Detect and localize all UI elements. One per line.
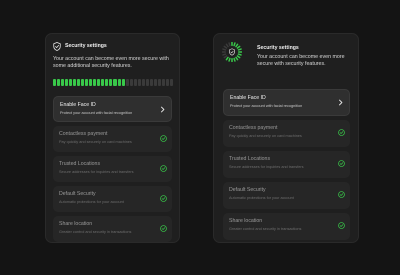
chevron-right-icon xyxy=(338,99,343,106)
progress-segment xyxy=(157,79,161,86)
progress-segment xyxy=(223,45,228,49)
progress-segment xyxy=(117,79,121,86)
progress-segment xyxy=(153,79,157,86)
progress-segment xyxy=(161,79,165,86)
progress-segment xyxy=(223,55,228,59)
shield-icon xyxy=(53,41,61,51)
feature-item-contactless-payment[interactable]: Contactless payment Pay quickly and secu… xyxy=(223,120,350,147)
feature-item-contactless-payment[interactable]: Contactless payment Pay quickly and secu… xyxy=(53,126,172,152)
check-circle-icon xyxy=(338,160,345,167)
progress-segment xyxy=(93,79,97,86)
feature-subtitle: Automatic protections for your account xyxy=(59,200,124,204)
security-progress-ring xyxy=(222,42,242,62)
progress-segment xyxy=(225,43,229,48)
check-circle-icon xyxy=(160,135,167,142)
progress-segment xyxy=(233,42,236,47)
check-circle-icon xyxy=(160,225,167,232)
panel-description: Your account can become even more secure… xyxy=(257,54,345,67)
progress-segment xyxy=(222,48,227,51)
check-circle-icon xyxy=(160,165,167,172)
progress-segment xyxy=(133,79,137,86)
security-feature-list: Enable Face ID Protect your account with… xyxy=(53,96,172,242)
feature-title: Default Security xyxy=(229,187,266,193)
feature-item-default-security[interactable]: Default Security Automatic protections f… xyxy=(53,186,172,212)
progress-segment xyxy=(235,56,239,61)
progress-segment xyxy=(225,56,229,61)
progress-segment xyxy=(113,79,117,86)
feature-title: Enable Face ID xyxy=(60,102,96,108)
security-settings-panel-bar: Security settings Your account can becom… xyxy=(45,33,180,243)
progress-segment xyxy=(57,79,61,86)
feature-item-share-location[interactable]: Share location Greater control and secur… xyxy=(53,216,172,242)
progress-segment xyxy=(101,79,105,86)
feature-subtitle: Secure addresses for inquiries and trans… xyxy=(229,165,304,169)
feature-title: Trusted Locations xyxy=(229,156,271,162)
feature-subtitle: Pay quickly and securely on card machine… xyxy=(59,140,132,144)
feature-title: Share location xyxy=(229,218,263,224)
progress-segment xyxy=(77,79,81,86)
feature-title: Contactless payment xyxy=(59,131,108,137)
progress-segment xyxy=(53,79,57,86)
feature-title: Enable Face ID xyxy=(230,95,266,101)
feature-item-trusted-locations[interactable]: Trusted Locations Secure addresses for i… xyxy=(53,156,172,182)
progress-segment xyxy=(169,79,173,86)
feature-item-face-id[interactable]: Enable Face ID Protect your account with… xyxy=(223,89,350,116)
feature-title: Default Security xyxy=(59,191,96,197)
feature-title: Share location xyxy=(59,221,93,227)
progress-segment xyxy=(89,79,93,86)
progress-segment xyxy=(85,79,89,86)
panel-title: Security settings xyxy=(65,43,107,49)
progress-segment xyxy=(97,79,101,86)
feature-subtitle: Secure addresses for inquiries and trans… xyxy=(59,170,134,174)
progress-segment xyxy=(228,57,231,62)
feature-item-trusted-locations[interactable]: Trusted Locations Secure addresses for i… xyxy=(223,151,350,178)
progress-segment xyxy=(222,53,227,56)
feature-subtitle: Automatic protections for your account xyxy=(229,196,294,200)
feature-item-share-location[interactable]: Share location Greater control and secur… xyxy=(223,213,350,240)
panel-header: Security settings Your account can becom… xyxy=(53,41,173,70)
progress-segment xyxy=(69,79,73,86)
feature-item-default-security[interactable]: Default Security Automatic protections f… xyxy=(223,182,350,209)
security-progress-bar xyxy=(53,79,173,86)
progress-segment xyxy=(165,79,169,86)
progress-segment xyxy=(237,53,242,56)
progress-segment xyxy=(137,79,141,86)
progress-segment xyxy=(236,45,241,49)
security-settings-panel-ring: Security settings Your account can becom… xyxy=(213,33,359,243)
feature-title: Contactless payment xyxy=(229,125,278,131)
feature-subtitle: Greater control and security in transact… xyxy=(59,230,132,234)
progress-segment xyxy=(105,79,109,86)
progress-segment xyxy=(145,79,149,86)
feature-title: Trusted Locations xyxy=(59,161,101,167)
progress-segment xyxy=(109,79,113,86)
feature-subtitle: Protect your account with facial recogni… xyxy=(60,111,133,115)
panel-title: Security settings xyxy=(257,45,299,51)
check-circle-icon xyxy=(338,222,345,229)
feature-subtitle: Greater control and security in transact… xyxy=(229,227,302,231)
progress-segment xyxy=(81,79,85,86)
progress-segment xyxy=(236,55,241,59)
progress-segment xyxy=(129,79,133,86)
feature-subtitle: Protect your account with facial recogni… xyxy=(230,104,303,108)
chevron-right-icon xyxy=(160,106,165,113)
progress-segment xyxy=(228,42,231,47)
shield-icon xyxy=(229,48,235,56)
progress-segment xyxy=(149,79,153,86)
progress-segment xyxy=(73,79,77,86)
security-feature-list: Enable Face ID Protect your account with… xyxy=(223,89,350,240)
check-circle-icon xyxy=(338,191,345,198)
progress-segment xyxy=(235,43,239,48)
progress-segment xyxy=(65,79,69,86)
feature-item-face-id[interactable]: Enable Face ID Protect your account with… xyxy=(53,96,172,122)
progress-segment xyxy=(61,79,65,86)
progress-segment xyxy=(233,57,236,62)
check-circle-icon xyxy=(160,195,167,202)
check-circle-icon xyxy=(338,129,345,136)
panel-description: Your account can become even more secure… xyxy=(53,56,169,69)
feature-subtitle: Pay quickly and securely on card machine… xyxy=(229,134,302,138)
progress-segment xyxy=(121,79,125,86)
progress-segment xyxy=(125,79,129,86)
progress-segment xyxy=(237,48,242,51)
progress-segment xyxy=(141,79,145,86)
